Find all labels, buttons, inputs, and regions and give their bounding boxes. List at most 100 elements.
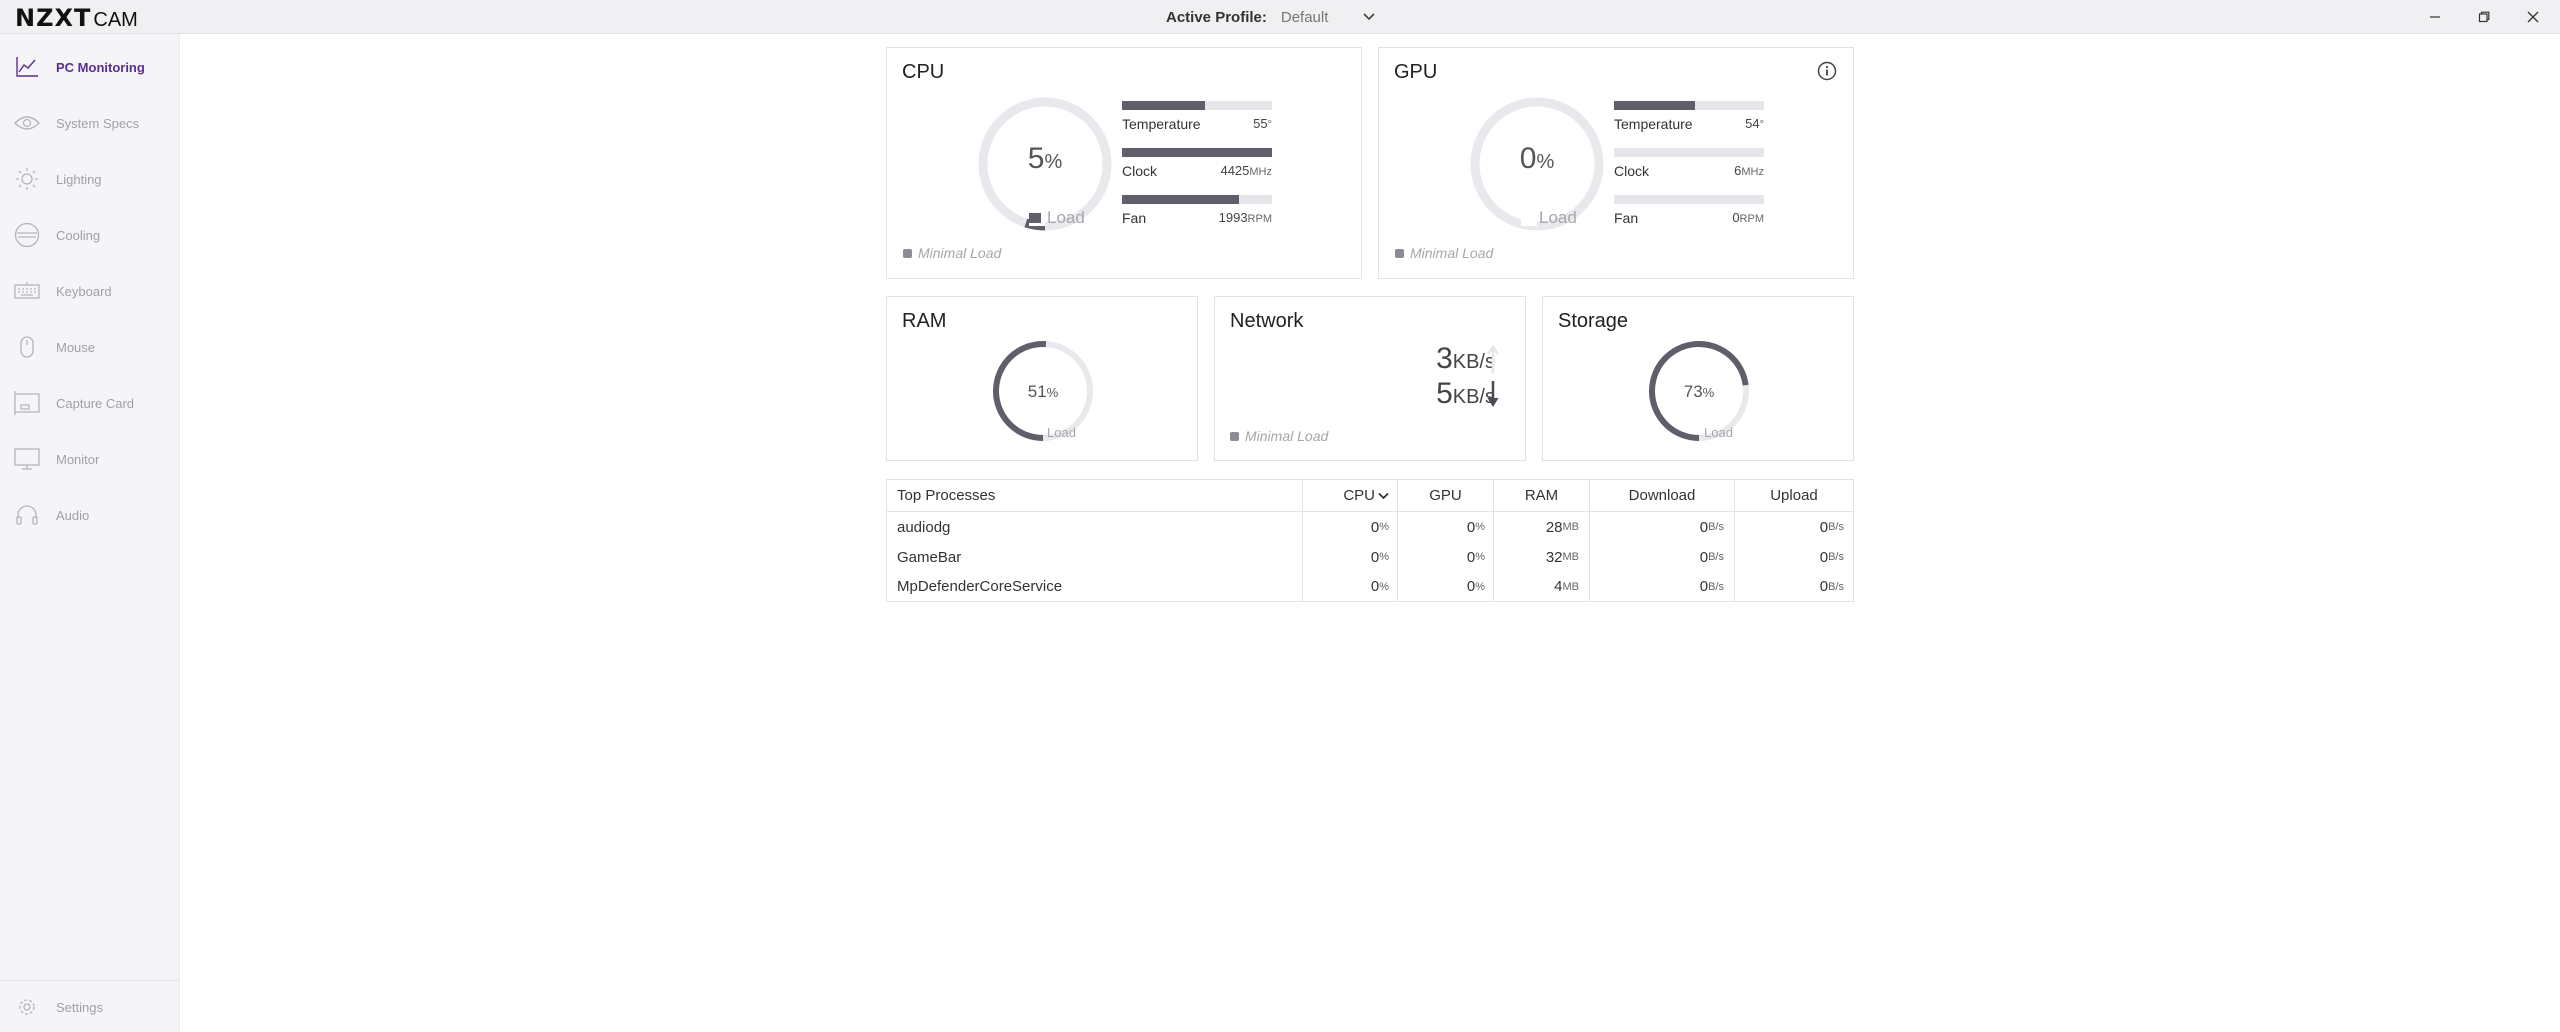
cpu-temperature-label: Temperature (1122, 116, 1201, 132)
sidebar-item-pc-monitoring[interactable]: PC Monitoring (0, 47, 180, 87)
gpu-clock-label: Clock (1614, 163, 1650, 179)
process-upload-value: 0 (1819, 518, 1829, 536)
sidebar-item-lighting[interactable]: Lighting (0, 159, 180, 199)
gpu-temperature-unit: ° (1759, 119, 1764, 131)
cpu-temperature-unit: ° (1267, 119, 1272, 131)
app-logo: NZXT CAM (15, 4, 138, 32)
cpu-title: CPU (902, 61, 945, 83)
top-processes-table: Top Processes CPU GPU RAM Download Uploa… (886, 479, 1854, 602)
chevron-down-icon[interactable] (1359, 7, 1379, 27)
process-cpu: 0% (1302, 542, 1397, 572)
process-download-value: 0 (1699, 578, 1709, 595)
process-ram: 32 MB (1493, 542, 1589, 572)
process-download-unit: B/s (1708, 521, 1724, 533)
sidebar-item-label: Audio (56, 507, 90, 523)
cpu-clock-unit: MHz (1249, 166, 1272, 178)
chart-line-icon (14, 54, 40, 80)
status-square-icon (1230, 431, 1239, 441)
sidebar-item-keyboard[interactable]: Keyboard (0, 271, 180, 311)
gpu-load-readout: 0% (1467, 142, 1607, 176)
active-profile-selector[interactable]: Active Profile: Default (1166, 7, 1379, 27)
sort-desc-icon (1378, 492, 1389, 500)
gpu-temperature-bar (1614, 101, 1764, 110)
restore-button[interactable] (2464, 4, 2504, 30)
gpu-temperature-metric: Temperature 54° (1614, 101, 1764, 132)
monitor-icon (14, 446, 40, 472)
gpu-fan-bar (1614, 195, 1764, 204)
network-load-note: Minimal Load (1230, 428, 1328, 444)
eye-icon (14, 110, 40, 136)
sidebar-item-label: Cooling (56, 227, 101, 243)
process-ram: 28 MB (1493, 512, 1589, 542)
column-header-upload[interactable]: Upload (1734, 480, 1853, 511)
sidebar-item-cooling[interactable]: Cooling (0, 215, 180, 255)
sidebar-item-mouse[interactable]: Mouse (0, 327, 180, 367)
cpu-temperature-metric: Temperature 55° (1122, 101, 1272, 132)
cpu-fan-unit: RPM (1247, 213, 1272, 225)
ram-card: RAM 51% Load (886, 296, 1198, 461)
sidebar-item-label: PC Monitoring (56, 59, 145, 75)
sidebar-item-label: Monitor (56, 451, 100, 467)
sidebar-item-monitor[interactable]: Monitor (0, 439, 180, 479)
cpu-temperature-value: 55° (1253, 116, 1272, 132)
ram-value: 51 (1027, 382, 1047, 401)
close-button[interactable] (2513, 4, 2553, 30)
cpu-load-note-text: Minimal Load (918, 245, 1002, 261)
process-download: 0 B/s (1589, 512, 1734, 542)
process-ram-unit: MB (1562, 551, 1580, 563)
column-header-gpu[interactable]: GPU (1397, 480, 1493, 511)
settings-button[interactable]: Settings (0, 987, 180, 1027)
storage-readout: 73% (1646, 382, 1752, 402)
cpu-temperature-fill (1122, 101, 1205, 110)
process-ram-value: 28 (1545, 518, 1563, 536)
process-cpu-unit: % (1379, 580, 1389, 593)
process-upload-unit: B/s (1828, 521, 1844, 533)
process-gpu: 0% (1397, 512, 1493, 542)
gpu-temperature-label: Temperature (1614, 116, 1693, 132)
status-square-icon (1395, 248, 1404, 258)
sidebar-item-audio[interactable]: Audio (0, 495, 180, 535)
cpu-load-readout: 5% (975, 142, 1115, 176)
storage-unit: % (1702, 385, 1715, 400)
brand-name: NZXT (15, 4, 92, 32)
app-name: CAM (93, 9, 138, 31)
info-icon[interactable] (1816, 60, 1838, 82)
sidebar-item-label: Capture Card (56, 395, 135, 411)
cpu-fan-value: 1993RPM (1219, 210, 1272, 226)
status-square-icon (903, 248, 912, 258)
column-header-cpu-label: CPU (1343, 487, 1375, 504)
process-gpu-unit: % (1475, 551, 1485, 563)
column-header-cpu[interactable]: CPU (1302, 480, 1397, 511)
cpu-clock-bar (1122, 148, 1272, 157)
network-card: Network 3KB/s 5KB/s Minimal Load (1214, 296, 1526, 461)
active-profile-value[interactable]: Default (1281, 9, 1359, 26)
process-cpu-value: 0 (1370, 548, 1380, 566)
process-name: MpDefenderCoreService (897, 578, 1063, 595)
storage-title: Storage (1558, 310, 1629, 332)
process-download-value: 0 (1699, 518, 1709, 536)
cpu-fan-label: Fan (1122, 210, 1147, 226)
ram-readout: 51% (990, 382, 1096, 402)
cpu-load-unit: % (1044, 151, 1063, 173)
cpu-load-note: Minimal Load (903, 245, 1001, 261)
sidebar-item-capture-card[interactable]: Capture Card (0, 383, 180, 423)
sidebar-item-system-specs[interactable]: System Specs (0, 103, 180, 143)
process-upload-value: 0 (1819, 548, 1829, 566)
ram-title: RAM (902, 310, 947, 332)
gpu-temperature-value: 54° (1745, 116, 1764, 132)
process-upload: 0 B/s (1734, 512, 1853, 542)
process-gpu: 0% (1397, 542, 1493, 572)
cpu-fan-number: 1993 (1218, 210, 1248, 225)
download-arrow-icon (1487, 379, 1499, 414)
gpu-fan-value: 0RPM (1732, 210, 1764, 226)
sidebar-item-label: Keyboard (56, 283, 112, 299)
column-header-ram[interactable]: RAM (1493, 480, 1589, 511)
sidebar-settings: Settings (0, 980, 180, 1032)
process-cpu-unit: % (1379, 551, 1389, 563)
cpu-clock-number: 4425 (1220, 163, 1250, 178)
column-header-download[interactable]: Download (1589, 480, 1734, 511)
process-gpu-unit: % (1475, 521, 1485, 533)
network-download-value: 5 (1436, 377, 1453, 410)
minimize-button[interactable] (2415, 4, 2455, 30)
process-cpu-unit: % (1379, 521, 1389, 533)
